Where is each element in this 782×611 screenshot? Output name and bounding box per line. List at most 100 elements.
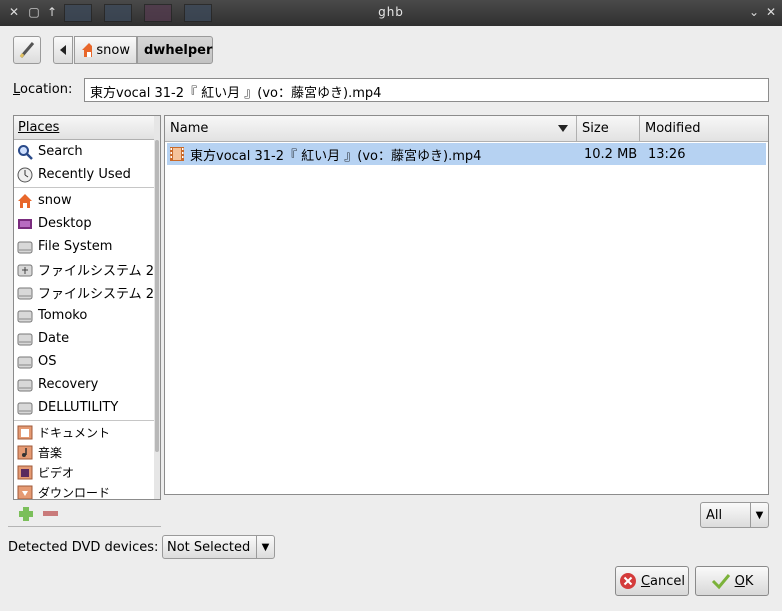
file-size: 10.2 MB	[584, 146, 638, 162]
video-folder-icon	[17, 464, 33, 480]
sidebar-item-downloads[interactable]: ダウンロード	[14, 482, 154, 500]
dvd-value: Not Selected	[167, 539, 251, 555]
drive-icon	[17, 400, 33, 416]
path-label: dwhelper	[144, 42, 213, 58]
sidebar-item-documents[interactable]: ドキュメント	[14, 422, 154, 442]
scrollbar-thumb[interactable]	[155, 140, 159, 452]
home-folder-icon	[17, 193, 33, 209]
sidebar-item-label: Search	[38, 144, 83, 159]
sidebar-item-label: ダウンロード	[38, 485, 111, 500]
column-header-modified[interactable]: Modified	[640, 116, 768, 141]
chevron-down-icon: ▼	[750, 503, 768, 527]
chevron-down-icon: ▼	[256, 536, 274, 558]
cancel-icon	[619, 573, 636, 589]
sidebar-item-label: DELLUTILITY	[38, 400, 119, 415]
usb-drive-icon	[17, 262, 33, 278]
sidebar-item-label: ファイルシステム 2…	[38, 287, 154, 302]
sidebar-item-label: OS	[38, 354, 57, 369]
ok-label: OK	[734, 573, 754, 589]
sidebar-item-desktop[interactable]: Desktop	[14, 212, 154, 235]
cancel-button[interactable]: Cancel	[615, 566, 689, 596]
file-filter-select[interactable]: All ▼	[700, 502, 769, 528]
sidebar-item-dellutility[interactable]: DELLUTILITY	[14, 396, 154, 419]
drive-icon	[17, 377, 33, 393]
search-icon	[17, 144, 33, 160]
chevron-down-icon[interactable]: ⌄	[746, 4, 762, 20]
add-bookmark-icon[interactable]	[19, 507, 33, 521]
column-label: Modified	[645, 121, 701, 136]
sidebar-item-label: Desktop	[38, 216, 92, 231]
sidebar-item-label: 音楽	[38, 445, 63, 460]
location-label: Location:	[13, 82, 73, 97]
bookmark-controls	[18, 506, 62, 526]
close-icon[interactable]: ✕	[763, 4, 779, 20]
title-bar: ✕ ▢ ↑ ghb ⌄ ✕	[0, 0, 782, 26]
checkmark-icon	[711, 574, 730, 590]
ok-button[interactable]: OK	[695, 566, 769, 596]
sidebar-item-label: Tomoko	[38, 308, 88, 323]
drive-icon	[17, 239, 33, 255]
sidebar-item-recently-used[interactable]: Recently Used	[14, 163, 154, 186]
drive-icon	[17, 354, 33, 370]
sidebar-item-label: File System	[38, 239, 113, 254]
filter-value: All	[706, 507, 723, 523]
table-row[interactable]: 東方vocal 31-2『 紅い月 』(vo：藤宮ゆき).mp4 10.2 MB…	[167, 143, 766, 165]
sidebar-item-search[interactable]: Search	[14, 140, 154, 163]
sidebar-item-filesystem-2b[interactable]: ファイルシステム 2…	[14, 281, 154, 304]
desktop-icon	[17, 216, 33, 232]
sidebar-item-music[interactable]: 音楽	[14, 442, 154, 462]
drive-icon	[17, 285, 33, 301]
music-folder-icon	[17, 444, 33, 460]
sidebar-item-snow[interactable]: snow	[14, 189, 154, 212]
type-location-button[interactable]	[13, 36, 41, 64]
cancel-label: Cancel	[640, 573, 686, 589]
sidebar-item-label: Date	[38, 331, 70, 346]
dvd-devices-select[interactable]: Not Selected ▼	[162, 535, 275, 559]
sidebar-item-label: ビデオ	[38, 465, 75, 480]
sidebar-item-label: ドキュメント	[38, 425, 111, 440]
video-file-icon	[169, 146, 185, 162]
sort-down-icon	[558, 125, 568, 132]
places-sidebar: Places Search Recently Used snow Desktop…	[13, 115, 161, 500]
path-label: snow	[96, 42, 130, 58]
file-list-header: Name Size Modified	[165, 116, 768, 142]
divider	[14, 420, 154, 421]
divider	[14, 187, 154, 188]
sidebar-item-date[interactable]: Date	[14, 327, 154, 350]
downloads-folder-icon	[17, 484, 33, 499]
sidebar-item-os[interactable]: OS	[14, 350, 154, 373]
sidebar-item-label: ファイルシステム 2…	[38, 264, 154, 279]
column-header-size[interactable]: Size	[577, 116, 640, 141]
divider	[8, 526, 161, 527]
column-header-name[interactable]: Name	[165, 116, 577, 141]
documents-folder-icon	[17, 424, 33, 440]
path-button-snow[interactable]: snow	[74, 36, 137, 64]
file-name: 東方vocal 31-2『 紅い月 』(vo：藤宮ゆき).mp4	[190, 148, 482, 164]
remove-bookmark-icon[interactable]	[43, 511, 58, 516]
places-scrollbar[interactable]	[154, 116, 160, 499]
path-back-button[interactable]	[53, 36, 73, 64]
column-label: Name	[170, 121, 209, 136]
sidebar-item-file-system[interactable]: File System	[14, 235, 154, 258]
drive-icon	[17, 331, 33, 347]
location-input[interactable]: 東方vocal 31-2『 紅い月 』(vo：藤宮ゆき).mp4	[84, 78, 769, 102]
sidebar-item-label: Recovery	[38, 377, 99, 392]
sidebar-item-label: Recently Used	[38, 167, 131, 182]
file-list: Name Size Modified 東方vocal 31-2『 紅い月 』(v…	[164, 115, 769, 495]
sidebar-item-label: snow	[38, 193, 72, 208]
file-modified: 13:26	[648, 146, 686, 162]
path-button-dwhelper[interactable]: dwhelper	[137, 36, 213, 64]
drive-icon	[17, 308, 33, 324]
window-title: ghb	[378, 5, 404, 19]
dvd-devices-label: Detected DVD devices:	[8, 540, 159, 555]
sidebar-item-filesystem-2a[interactable]: ファイルシステム 2…	[14, 258, 154, 281]
sidebar-item-recovery[interactable]: Recovery	[14, 373, 154, 396]
sidebar-item-videos[interactable]: ビデオ	[14, 462, 154, 482]
clock-icon	[17, 167, 33, 183]
pencil-icon	[19, 42, 35, 58]
left-arrow-icon	[60, 45, 66, 55]
places-header[interactable]: Places	[14, 116, 154, 140]
column-label: Size	[582, 121, 609, 136]
sidebar-item-tomoko[interactable]: Tomoko	[14, 304, 154, 327]
home-folder-icon	[82, 43, 93, 57]
